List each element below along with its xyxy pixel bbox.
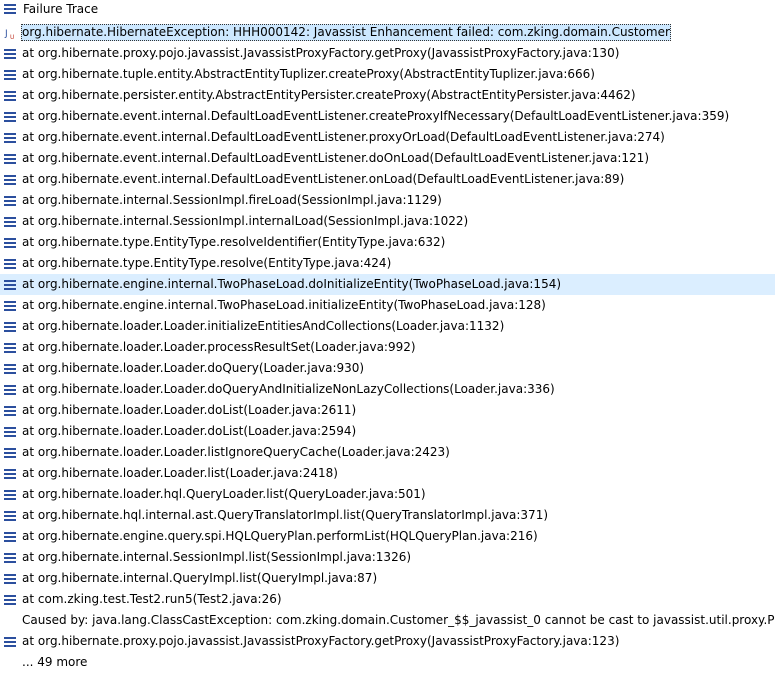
trace-row-text: at org.hibernate.loader.Loader.list(Load… [22,466,338,480]
trace-row[interactable]: at org.hibernate.engine.internal.TwoPhas… [0,274,775,295]
trace-row-text: at org.hibernate.event.internal.DefaultL… [22,172,625,186]
list-icon [3,3,17,15]
stack-frame-icon [3,278,17,292]
stack-frame-icon [3,509,17,523]
trace-row[interactable]: at org.hibernate.internal.QueryImpl.list… [0,568,775,589]
stack-frame-icon [3,299,17,313]
stack-frame-icon [3,593,17,607]
trace-row-text: at org.hibernate.event.internal.DefaultL… [22,130,665,144]
stack-frame-icon [3,635,17,649]
trace-row[interactable]: at org.hibernate.persister.entity.Abstra… [0,85,775,106]
trace-row[interactable]: at org.hibernate.hql.internal.ast.QueryT… [0,505,775,526]
trace-row-text: at org.hibernate.event.internal.DefaultL… [22,109,730,123]
stack-frame-icon [3,257,17,271]
trace-row[interactable]: Caused by: java.lang.ClassCastException:… [0,610,775,631]
trace-row-text: at org.hibernate.loader.Loader.doQuery(L… [22,361,365,375]
trace-row-text: at com.zking.test.Test2.run5(Test2.java:… [22,592,282,606]
trace-row-text: at org.hibernate.internal.SessionImpl.in… [22,214,469,228]
trace-row[interactable]: ... 49 more [0,652,775,673]
stack-frame-icon [3,446,17,460]
trace-row[interactable]: at org.hibernate.loader.Loader.doQuery(L… [0,358,775,379]
trace-row[interactable]: J Uorg.hibernate.HibernateException: HHH0… [0,22,775,43]
trace-row[interactable]: at org.hibernate.loader.hql.QueryLoader.… [0,484,775,505]
trace-row-text: at org.hibernate.engine.internal.TwoPhas… [22,277,562,291]
trace-row-text: Caused by: java.lang.ClassCastException:… [22,613,775,627]
trace-row[interactable]: at org.hibernate.event.internal.DefaultL… [0,106,775,127]
stack-frame-icon [3,362,17,376]
trace-row-text: at org.hibernate.type.EntityType.resolve… [22,235,446,249]
stack-frame-icon [3,572,17,586]
trace-row-text: at org.hibernate.proxy.pojo.javassist.Ja… [22,634,620,648]
trace-row-text: at org.hibernate.tuple.entity.AbstractEn… [22,67,595,81]
trace-row-text: at org.hibernate.internal.SessionImpl.fi… [22,193,442,207]
stack-frame-icon [3,47,17,61]
stack-frame-icon [3,215,17,229]
trace-row[interactable]: at org.hibernate.loader.Loader.initializ… [0,316,775,337]
stack-frame-icon [3,110,17,124]
trace-row-text: at org.hibernate.loader.Loader.processRe… [22,340,416,354]
trace-row-text: at org.hibernate.loader.Loader.doList(Lo… [22,403,357,417]
trace-row-text: at org.hibernate.loader.Loader.doList(Lo… [22,424,357,438]
stack-frame-icon [3,68,17,82]
panel-title: Failure Trace [23,2,99,16]
trace-row[interactable]: at org.hibernate.type.EntityType.resolve… [0,232,775,253]
trace-row-text: at org.hibernate.loader.hql.QueryLoader.… [22,487,426,501]
trace-row[interactable]: at org.hibernate.proxy.pojo.javassist.Ja… [0,631,775,652]
trace-row[interactable]: at org.hibernate.loader.Loader.processRe… [0,337,775,358]
stack-frame-icon [3,236,17,250]
stack-frame-icon [3,341,17,355]
trace-row-text: at org.hibernate.type.EntityType.resolve… [22,256,392,270]
trace-row[interactable]: at org.hibernate.internal.SessionImpl.li… [0,547,775,568]
trace-row-text: at org.hibernate.event.internal.DefaultL… [22,151,649,165]
stack-frame-icon [3,488,17,502]
trace-row-text: at org.hibernate.internal.SessionImpl.li… [22,550,412,564]
stack-frame-icon [3,404,17,418]
junit-icon: JU [3,26,17,40]
trace-row[interactable]: at org.hibernate.event.internal.DefaultL… [0,169,775,190]
trace-row-text: at org.hibernate.loader.Loader.initializ… [22,319,505,333]
stack-trace-list[interactable]: J Uorg.hibernate.HibernateException: HHH0… [0,22,775,673]
stack-frame-icon [3,425,17,439]
trace-row-text: at org.hibernate.hql.internal.ast.QueryT… [22,508,549,522]
trace-row-text: at org.hibernate.engine.internal.TwoPhas… [22,298,546,312]
stack-frame-icon [3,194,17,208]
trace-row[interactable]: at org.hibernate.tuple.entity.AbstractEn… [0,64,775,85]
trace-row[interactable]: at com.zking.test.Test2.run5(Test2.java:… [0,589,775,610]
stack-frame-icon [3,551,17,565]
trace-row[interactable]: at org.hibernate.engine.internal.TwoPhas… [0,295,775,316]
trace-row-text: at org.hibernate.loader.Loader.doQueryAn… [22,382,555,396]
stack-frame-icon [3,173,17,187]
trace-row[interactable]: at org.hibernate.proxy.pojo.javassist.Ja… [0,43,775,64]
stack-frame-icon [3,131,17,145]
trace-row[interactable]: at org.hibernate.event.internal.DefaultL… [0,148,775,169]
trace-row-text: at org.hibernate.internal.QueryImpl.list… [22,571,378,585]
trace-row[interactable]: at org.hibernate.engine.query.spi.HQLQue… [0,526,775,547]
trace-row-text: ... 49 more [22,655,88,669]
trace-row[interactable]: at org.hibernate.event.internal.DefaultL… [0,127,775,148]
trace-row-text: at org.hibernate.proxy.pojo.javassist.Ja… [22,46,620,60]
trace-row[interactable]: at org.hibernate.internal.SessionImpl.in… [0,211,775,232]
svg-text:J: J [4,29,8,39]
trace-row[interactable]: at org.hibernate.loader.Loader.doList(Lo… [0,400,775,421]
trace-row[interactable]: at org.hibernate.loader.Loader.listIgnor… [0,442,775,463]
svg-text:U: U [10,34,14,40]
trace-row-text: org.hibernate.HibernateException: HHH000… [21,24,671,41]
trace-row[interactable]: at org.hibernate.loader.Loader.list(Load… [0,463,775,484]
stack-frame-icon [3,320,17,334]
failure-trace-header: Failure Trace [0,0,775,18]
stack-frame-icon [3,530,17,544]
trace-row[interactable]: at org.hibernate.internal.SessionImpl.fi… [0,190,775,211]
stack-frame-icon [3,89,17,103]
stack-frame-icon [3,467,17,481]
trace-row[interactable]: at org.hibernate.loader.Loader.doQueryAn… [0,379,775,400]
stack-frame-icon [3,152,17,166]
trace-row-text: at org.hibernate.engine.query.spi.HQLQue… [22,529,538,543]
stack-frame-icon [3,383,17,397]
trace-row-text: at org.hibernate.loader.Loader.listIgnor… [22,445,450,459]
trace-row[interactable]: at org.hibernate.loader.Loader.doList(Lo… [0,421,775,442]
trace-row[interactable]: at org.hibernate.type.EntityType.resolve… [0,253,775,274]
trace-row-text: at org.hibernate.persister.entity.Abstra… [22,88,636,102]
